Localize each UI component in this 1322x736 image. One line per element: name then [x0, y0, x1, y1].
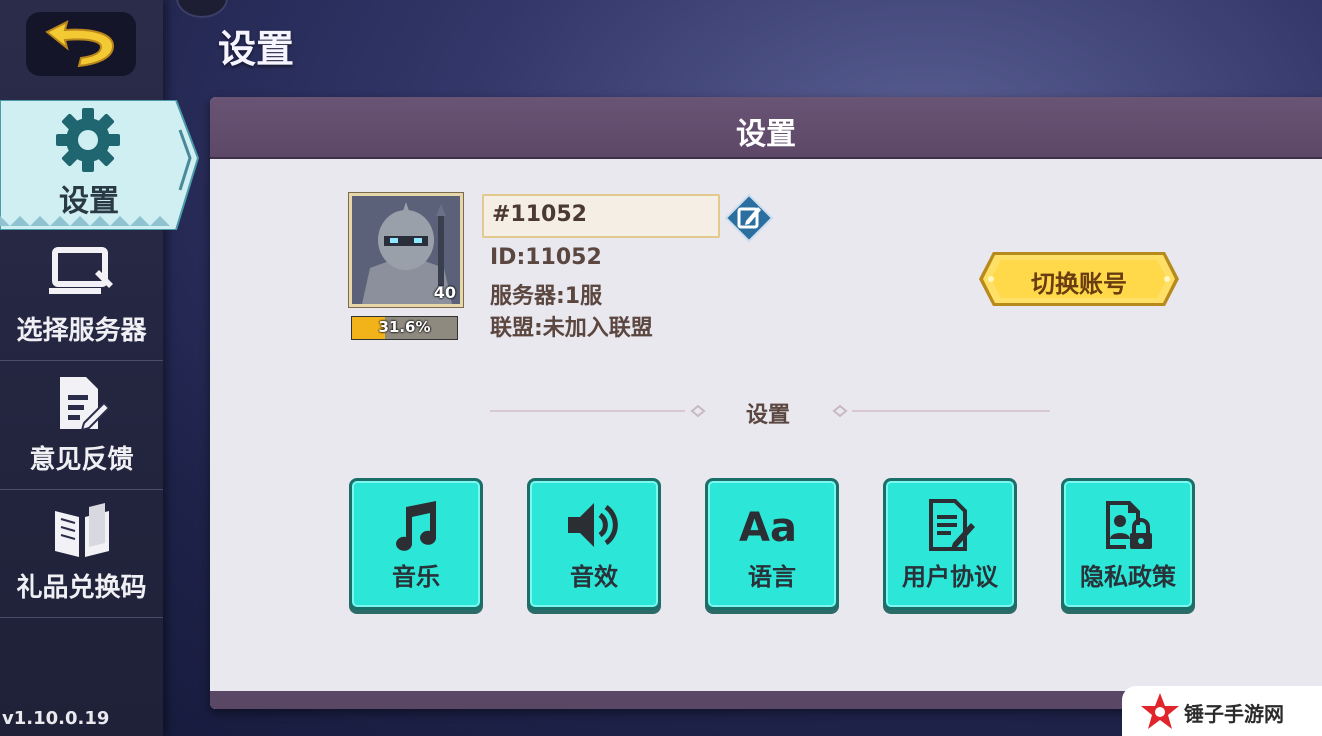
edit-icon — [724, 193, 774, 243]
tile-label: 用户协议 — [902, 563, 998, 591]
watermark-text: 锤子手游网 — [1184, 702, 1284, 726]
sidebar-item-settings[interactable]: 设置 — [0, 100, 200, 230]
svg-text:Aa: Aa — [739, 505, 797, 551]
avatar[interactable]: 40 — [349, 193, 463, 307]
tile-label: 隐私政策 — [1080, 563, 1176, 591]
sidebar-item-label: 意见反馈 — [29, 445, 134, 475]
language-aa-icon: Aa — [708, 499, 836, 551]
panel-title: 设置 — [736, 117, 796, 152]
privacy-policy-button[interactable]: 隐私政策 — [1061, 478, 1195, 610]
back-arrow-icon — [45, 20, 115, 68]
page-title: 设置 — [218, 27, 295, 71]
sidebar-item-select-server[interactable]: 选择服务器 — [0, 232, 163, 361]
progress-text: 31.6% — [378, 318, 431, 336]
player-alliance: 联盟:未加入联盟 — [490, 316, 653, 341]
back-button[interactable] — [26, 12, 136, 76]
watermark: 锤子手游网 — [1122, 686, 1322, 736]
sound-effects-button[interactable]: 音效 — [527, 478, 661, 610]
speaker-icon — [530, 499, 658, 551]
monitor-icon — [0, 246, 163, 298]
player-id: ID:11052 — [490, 245, 602, 270]
user-agreement-button[interactable]: 用户协议 — [883, 478, 1017, 610]
top-badge-icon — [176, 0, 228, 18]
edit-name-button[interactable] — [724, 193, 774, 247]
tile-label: 音效 — [570, 563, 618, 591]
language-button[interactable]: Aa 语言 — [705, 478, 839, 610]
player-name: #11052 — [492, 202, 587, 227]
sidebar-item-label: 选择服务器 — [16, 316, 147, 346]
sidebar-item-label: 礼品兑换码 — [16, 573, 147, 603]
avatar-level: 40 — [433, 283, 456, 302]
tile-label: 语言 — [748, 563, 796, 591]
player-server: 服务器:1服 — [490, 284, 603, 309]
experience-progress-bar: 31.6% — [351, 316, 458, 340]
settings-panel: 设置 40 31.6% #11052 ID:11052 服务器:1服 联盟:未加… — [210, 97, 1322, 709]
section-label: 设置 — [745, 403, 790, 428]
switch-account-button[interactable]: 切换账号 — [979, 252, 1179, 306]
agreement-document-icon — [886, 499, 1014, 551]
version-label: v1.10.0.19 — [2, 708, 110, 729]
sidebar-item-feedback[interactable]: 意见反馈 — [0, 361, 163, 490]
switch-account-label: 切换账号 — [1031, 270, 1127, 298]
music-button[interactable]: 音乐 — [349, 478, 483, 610]
privacy-lock-icon — [1064, 499, 1192, 551]
sidebar-item-gift-code[interactable]: 礼品兑换码 — [0, 489, 163, 618]
book-icon — [0, 503, 163, 559]
tile-label: 音乐 — [392, 563, 440, 591]
star-logo-icon — [1141, 693, 1179, 729]
player-name-field[interactable]: #11052 — [482, 194, 720, 238]
sidebar-item-label: 设置 — [59, 184, 119, 219]
panel-header: 设置 — [210, 97, 1322, 159]
music-note-icon — [352, 499, 480, 551]
sidebar: 设置 选择服务器 意见反馈 礼品兑换码 v1.10.0.19 — [0, 0, 200, 736]
feedback-document-icon — [0, 375, 163, 431]
